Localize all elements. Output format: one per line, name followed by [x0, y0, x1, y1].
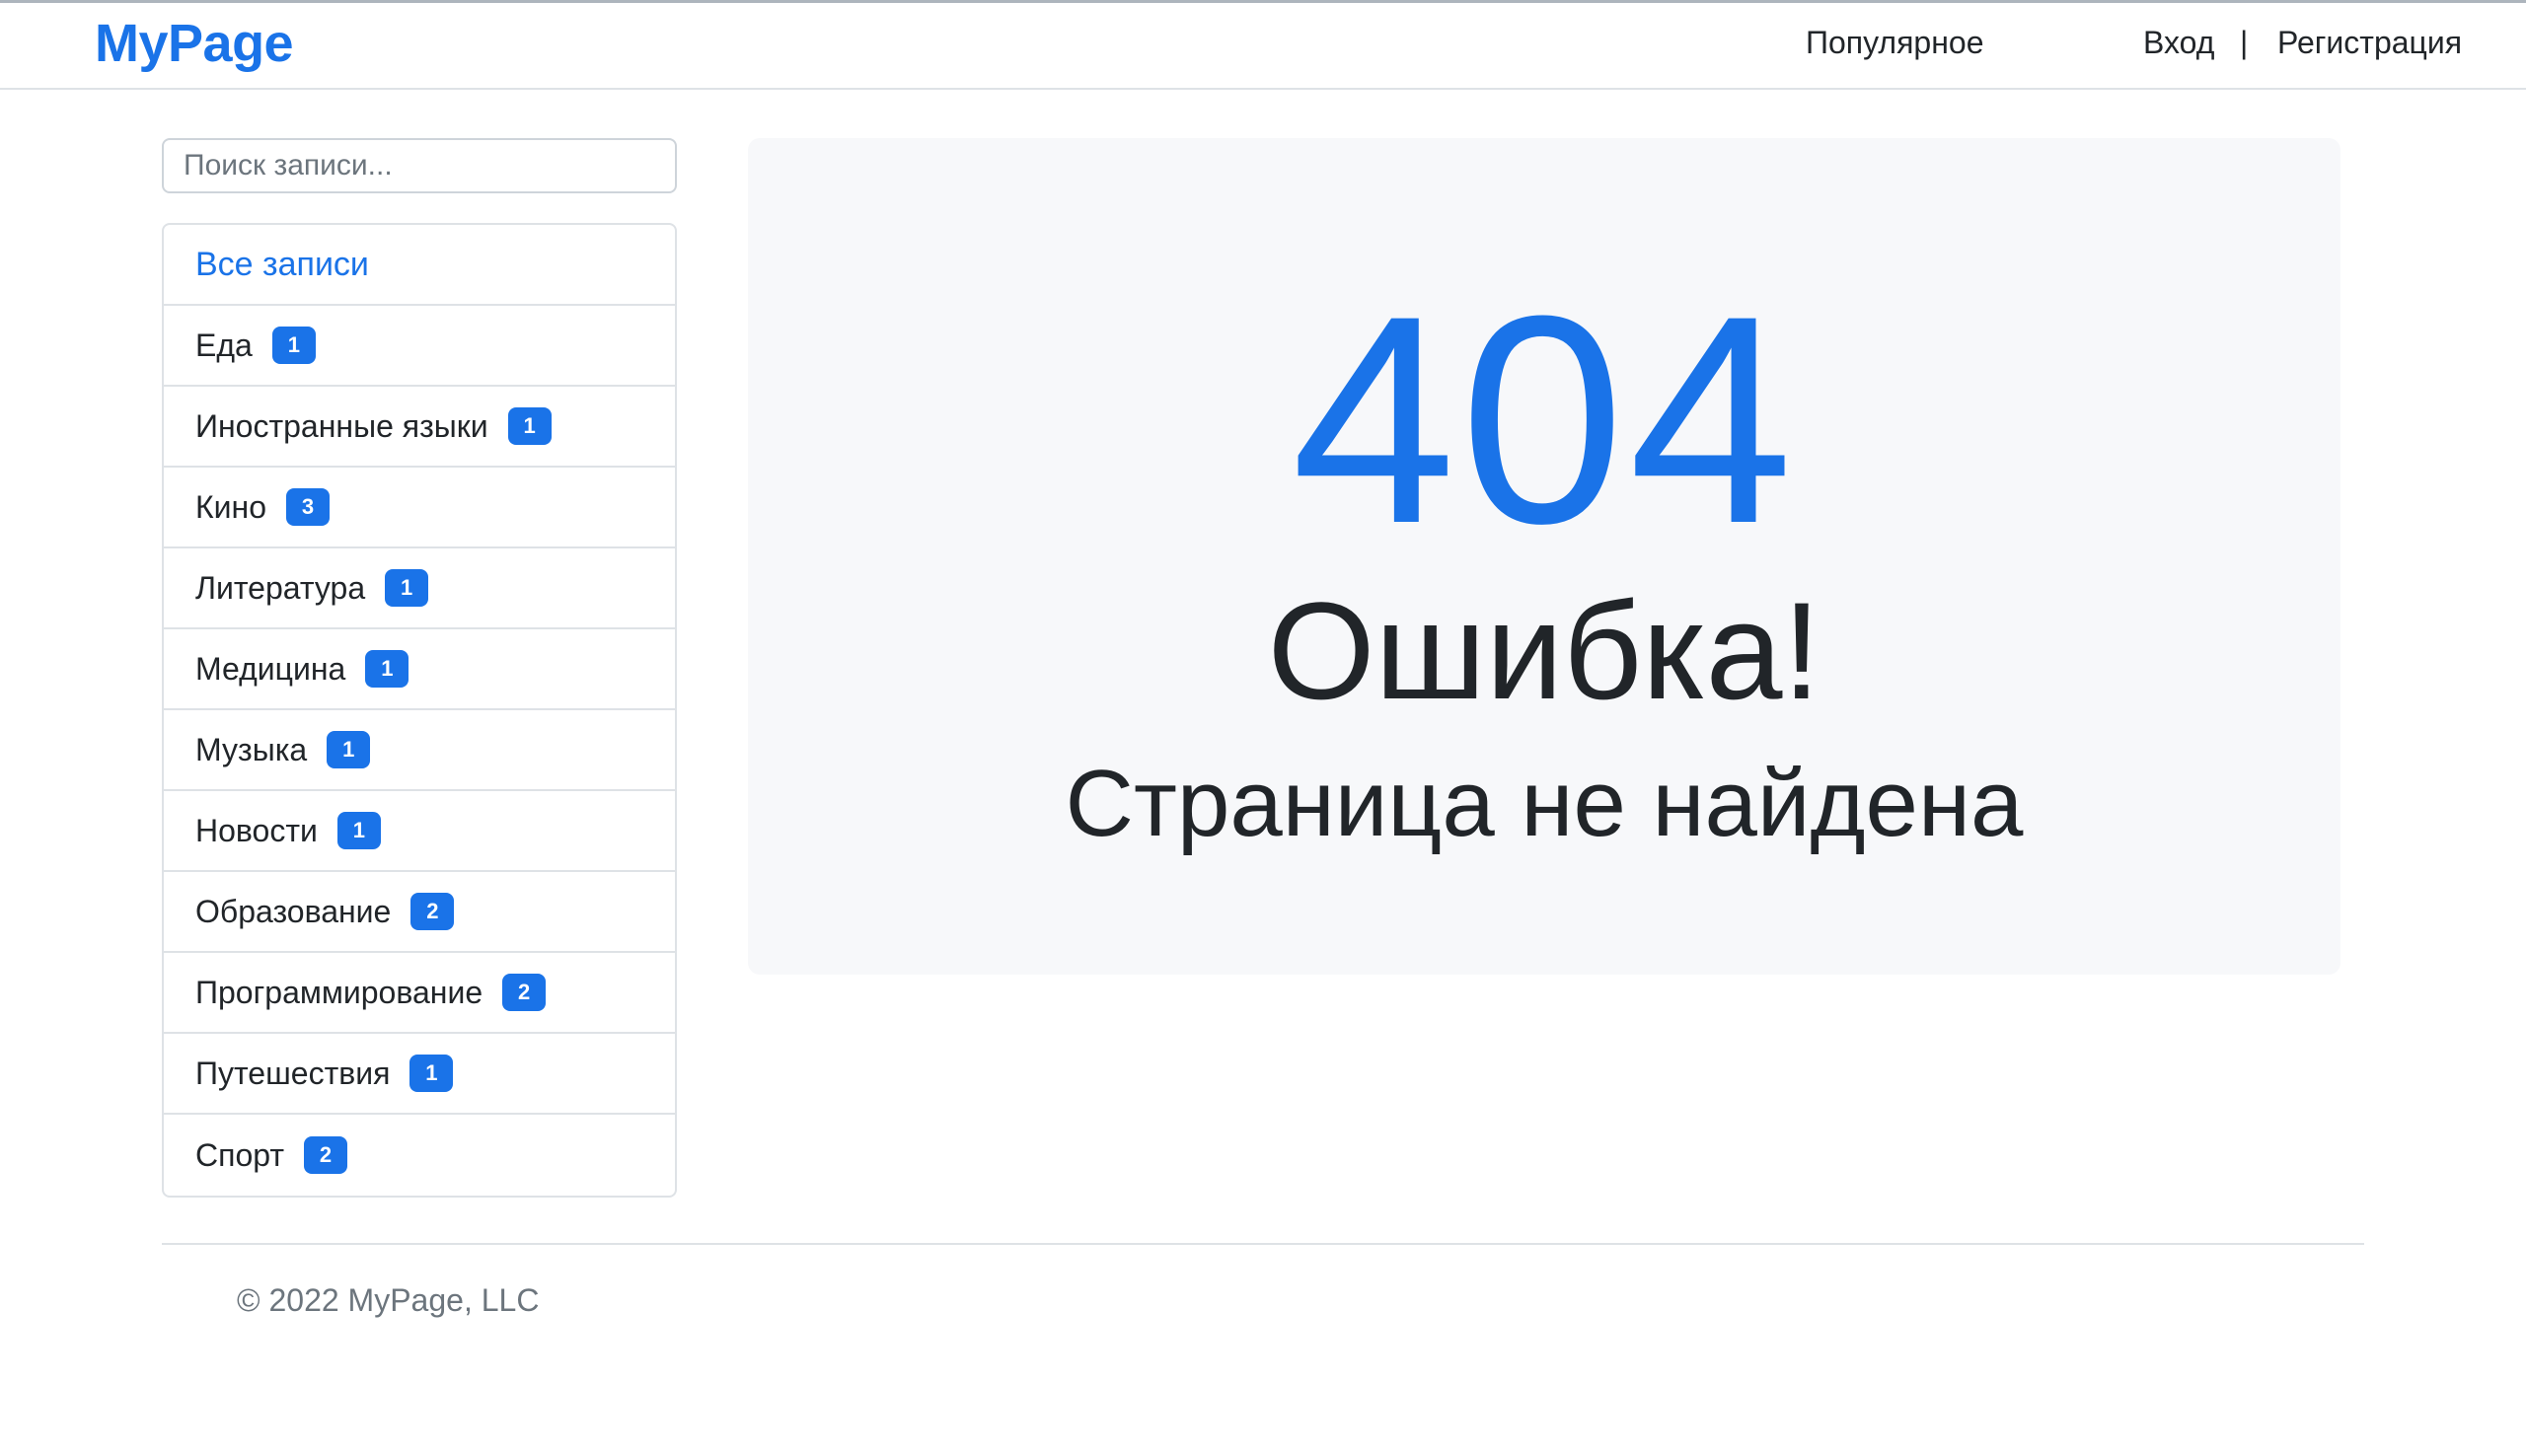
category-item-literature[interactable]: Литература 1: [164, 548, 675, 629]
count-badge: 1: [409, 1055, 454, 1092]
search-input[interactable]: [162, 138, 677, 193]
category-item-travel[interactable]: Путешествия 1: [164, 1034, 675, 1115]
count-badge: 2: [410, 893, 455, 930]
nav-register-link[interactable]: Регистрация: [2277, 25, 2462, 61]
nav-popular-link[interactable]: Популярное: [1806, 25, 1983, 61]
footer-divider: [162, 1243, 2364, 1245]
category-label: Образование: [195, 893, 392, 929]
count-badge: 1: [271, 327, 316, 364]
error-code: 404: [1291, 254, 1798, 585]
category-item-food[interactable]: Еда 1: [164, 306, 675, 387]
category-label: Кино: [195, 488, 266, 525]
error-subtitle: Страница не найдена: [1065, 751, 2024, 856]
category-label: Литература: [195, 569, 366, 606]
category-item-medicine[interactable]: Медицина 1: [164, 629, 675, 710]
count-badge: 2: [502, 974, 547, 1011]
category-item-sport[interactable]: Спорт 2: [164, 1115, 675, 1196]
count-badge: 3: [285, 488, 330, 526]
count-badge: 2: [303, 1136, 347, 1174]
top-navbar: MyPage Популярное Вход | Регистрация: [0, 0, 2526, 90]
category-item-languages[interactable]: Иностранные языки 1: [164, 387, 675, 468]
category-list: Все записи Еда 1 Иностранные языки 1 Кин…: [162, 223, 677, 1198]
nav-separator: |: [2240, 25, 2249, 60]
copyright-text: © 2022 MyPage, LLC: [237, 1282, 540, 1318]
category-label: Медицина: [195, 650, 346, 687]
category-label: Музыка: [195, 731, 308, 767]
error-panel: 404 Ошибка! Страница не найдена: [748, 138, 2340, 975]
error-title: Ошибка!: [1267, 573, 1821, 728]
count-badge: 1: [385, 569, 429, 607]
category-item-music[interactable]: Музыка 1: [164, 710, 675, 791]
category-label: Путешествия: [195, 1055, 391, 1091]
category-item-education[interactable]: Образование 2: [164, 872, 675, 953]
category-item-programming[interactable]: Программирование 2: [164, 953, 675, 1034]
category-label: Программирование: [195, 974, 483, 1010]
category-label: Иностранные языки: [195, 407, 488, 444]
count-badge: 1: [507, 407, 552, 445]
count-badge: 1: [365, 650, 409, 688]
count-badge: 1: [336, 812, 381, 849]
category-label: Все записи: [195, 245, 369, 283]
category-label: Еда: [195, 327, 253, 363]
category-item-cinema[interactable]: Кино 3: [164, 468, 675, 548]
category-label: Новости: [195, 812, 318, 848]
category-item-news[interactable]: Новости 1: [164, 791, 675, 872]
category-item-all[interactable]: Все записи: [164, 225, 675, 306]
category-label: Спорт: [195, 1136, 284, 1173]
nav-login-link[interactable]: Вход: [2143, 25, 2214, 61]
count-badge: 1: [327, 731, 371, 768]
brand-logo-link[interactable]: MyPage: [95, 13, 294, 74]
